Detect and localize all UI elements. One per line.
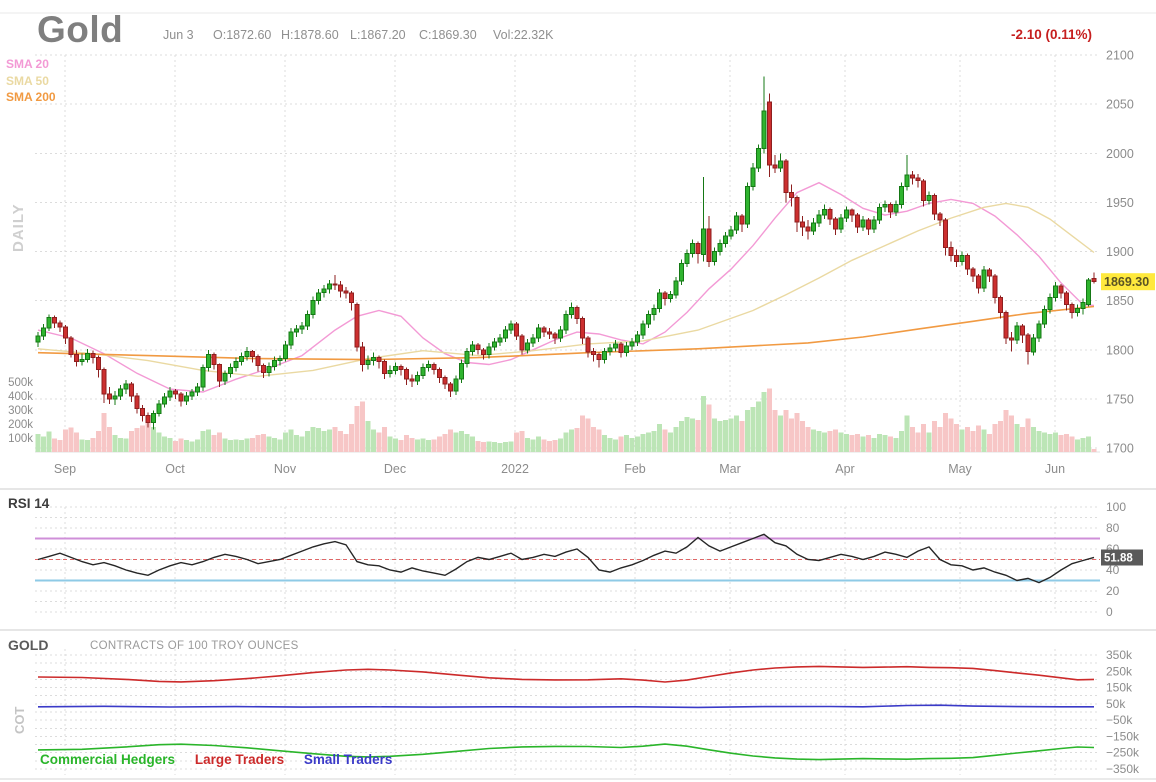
svg-text:2000: 2000 [1106, 147, 1134, 161]
chart-canvas: 2100 2050 2000 1950 1900 1850 1800 1750 1700 500k… [0, 12, 1156, 780]
cot-legend-commercial: Commercial Hedgers [40, 752, 176, 767]
svg-text:1800: 1800 [1106, 343, 1134, 357]
quote-low: L:1867.20 [350, 28, 406, 42]
cot-panel-description: CONTRACTS OF 100 TROY OUNCES [90, 640, 299, 652]
svg-text:1900: 1900 [1106, 245, 1134, 259]
svg-text:Mar: Mar [719, 462, 741, 476]
svg-text:1869.30: 1869.30 [1104, 275, 1149, 289]
axis-labels: 2100 2050 2000 1950 1900 1850 1800 1750 1700 500k… [8, 49, 1140, 777]
rsi-layer [35, 533, 1100, 584]
svg-text:2100: 2100 [1106, 49, 1134, 63]
rsi-panel-title: RSI 14 [8, 496, 50, 511]
cot-panel-label: COT [12, 706, 27, 734]
price-tag: 1869.30 [1101, 273, 1155, 291]
gold-chart-app: 2100 2050 2000 1950 1900 1850 1800 1750 1700 500k… [0, 0, 1156, 782]
rsi-tag: 51.88 [1101, 549, 1143, 566]
svg-text:Apr: Apr [835, 462, 854, 476]
interval-label: DAILY [10, 203, 27, 252]
cot-legend-small: Small Traders [303, 752, 393, 767]
svg-text:−350k: −350k [1106, 762, 1140, 776]
price-change-badge: -2.10 (0.11%) [1010, 27, 1092, 42]
svg-text:1750: 1750 [1106, 392, 1134, 406]
svg-text:20: 20 [1106, 584, 1120, 598]
svg-text:1700: 1700 [1106, 442, 1134, 456]
svg-text:100: 100 [1106, 500, 1126, 514]
svg-text:80: 80 [1106, 521, 1120, 535]
sma-legend: SMA 20 SMA 50 SMA 200 [6, 56, 56, 106]
quote-date: Jun 3 [163, 28, 194, 42]
svg-text:May: May [948, 462, 972, 476]
svg-text:Feb: Feb [624, 462, 646, 476]
svg-text:300k: 300k [8, 405, 33, 417]
svg-text:0: 0 [1106, 605, 1113, 619]
svg-text:400k: 400k [8, 391, 33, 403]
quote-close: C:1869.30 [419, 28, 477, 42]
sma50-legend-item: SMA 50 [6, 73, 49, 88]
svg-text:200k: 200k [8, 419, 33, 431]
svg-text:1950: 1950 [1106, 196, 1134, 210]
panel-separators [0, 12, 1156, 780]
candlestick-layer [35, 76, 1097, 430]
svg-text:Dec: Dec [384, 462, 406, 476]
cot-line-2 [37, 704, 1094, 709]
sma200-legend-item: SMA 200 [6, 90, 56, 104]
svg-text:350k: 350k [1106, 648, 1133, 662]
cot-legend: Commercial Hedgers Large Traders Small T… [40, 752, 408, 767]
sma-line-2 [37, 202, 1095, 378]
svg-text:−50k: −50k [1106, 713, 1133, 727]
svg-text:Nov: Nov [274, 462, 297, 476]
svg-text:Jun: Jun [1045, 462, 1065, 476]
svg-text:1850: 1850 [1106, 294, 1134, 308]
svg-text:150k: 150k [1106, 681, 1133, 695]
svg-text:Oct: Oct [165, 462, 185, 476]
quote-high: H:1878.60 [281, 28, 339, 42]
rsi-line [37, 533, 1095, 584]
symbol-title: Gold [37, 9, 124, 50]
svg-text:250k: 250k [1106, 664, 1133, 678]
svg-text:−250k: −250k [1106, 746, 1140, 760]
svg-text:50k: 50k [1106, 697, 1126, 711]
svg-text:500k: 500k [8, 377, 33, 389]
sma20-legend-item: SMA 20 [6, 57, 49, 71]
quote-volume: Vol:22.32K [493, 28, 554, 42]
svg-text:2050: 2050 [1106, 98, 1134, 112]
svg-text:100k: 100k [8, 433, 33, 445]
svg-text:51.88: 51.88 [1104, 553, 1133, 565]
cot-legend-large: Large Traders [194, 752, 285, 767]
cot-panel-symbol: GOLD [8, 637, 49, 653]
cot-layer [37, 665, 1095, 761]
quote-open: O:1872.60 [213, 28, 272, 42]
svg-text:−150k: −150k [1106, 729, 1140, 743]
volume-layer [35, 388, 1097, 452]
svg-text:2022: 2022 [501, 462, 529, 476]
svg-text:Sep: Sep [54, 462, 76, 476]
